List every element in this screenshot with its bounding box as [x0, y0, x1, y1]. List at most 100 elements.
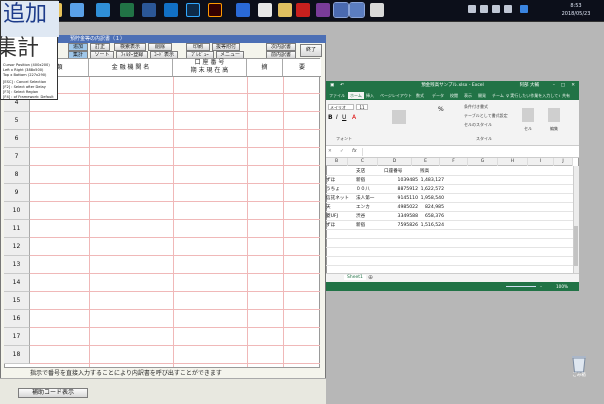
- row-number[interactable]: 7: [4, 148, 30, 166]
- font-color-icon[interactable]: A: [352, 114, 356, 121]
- row-number[interactable]: 5: [4, 112, 30, 130]
- row-number[interactable]: 18: [4, 346, 30, 364]
- tab-page-layout[interactable]: ページレイアウト: [380, 92, 412, 99]
- excel-icon[interactable]: [120, 3, 134, 17]
- clock[interactable]: 8:53 2018/05/23: [548, 2, 604, 20]
- edge-icon[interactable]: [96, 3, 110, 17]
- tab-insert[interactable]: 挿入: [366, 92, 374, 99]
- table-row[interactable]: [30, 166, 320, 184]
- row-number[interactable]: 16: [4, 310, 30, 328]
- row-number[interactable]: 12: [4, 238, 30, 256]
- tab-formulas[interactable]: 数式: [416, 92, 424, 99]
- illustrator-icon[interactable]: [208, 3, 222, 17]
- table-row[interactable]: [30, 112, 320, 130]
- schedule-button[interactable]: 抜等附付: [212, 43, 240, 51]
- table-row[interactable]: [30, 292, 320, 310]
- recycle-bin-icon[interactable]: [568, 352, 590, 374]
- row-number[interactable]: 13: [4, 256, 30, 274]
- row-number[interactable]: 14: [4, 274, 30, 292]
- add-sheet-icon[interactable]: ⊕: [368, 274, 373, 281]
- notification-icon[interactable]: [520, 5, 528, 13]
- ime-icon[interactable]: [504, 5, 512, 13]
- table-row[interactable]: [30, 130, 320, 148]
- acrobat-icon[interactable]: [296, 3, 310, 17]
- tab-file[interactable]: ファイル: [329, 92, 345, 99]
- correct-button[interactable]: 訂正: [90, 43, 110, 51]
- alignment-icon[interactable]: [392, 110, 406, 124]
- row-number[interactable]: 15: [4, 292, 30, 310]
- photoshop-icon[interactable]: [186, 3, 200, 17]
- undo-icon[interactable]: ↶: [340, 81, 344, 91]
- tab-home[interactable]: ホーム: [348, 92, 364, 99]
- table-row[interactable]: [30, 310, 320, 328]
- chrome-icon[interactable]: [258, 3, 272, 17]
- table-row[interactable]: [30, 274, 320, 292]
- percent-icon[interactable]: %: [438, 106, 444, 113]
- table-row[interactable]: [30, 202, 320, 220]
- formula-input[interactable]: [362, 148, 572, 156]
- editing-icon[interactable]: [548, 108, 560, 122]
- col-header-h[interactable]: H: [498, 158, 528, 166]
- fx-icon[interactable]: fx: [352, 148, 357, 154]
- cancel-icon[interactable]: ✕: [328, 149, 332, 154]
- font-name-select[interactable]: メイリオ: [328, 104, 354, 110]
- zoom-slider[interactable]: [506, 286, 536, 287]
- delete-button[interactable]: 削除: [148, 43, 172, 51]
- table-row[interactable]: [30, 346, 320, 364]
- table-row[interactable]: [30, 76, 320, 94]
- vertical-scrollbar-thumb[interactable]: [574, 226, 578, 266]
- table-row[interactable]: [30, 184, 320, 202]
- italic-icon[interactable]: I: [336, 114, 338, 121]
- row-number[interactable]: 10: [4, 202, 30, 220]
- enter-icon[interactable]: ✓: [340, 149, 344, 154]
- zoom-minus-icon[interactable]: –: [540, 282, 542, 291]
- mail-icon[interactable]: [370, 3, 384, 17]
- tab-team[interactable]: チーム: [492, 92, 504, 99]
- print-button[interactable]: 印刷: [186, 43, 210, 51]
- accounting-app-icon[interactable]: [333, 2, 349, 18]
- table-row[interactable]: [30, 238, 320, 256]
- network-icon[interactable]: [468, 5, 476, 13]
- tab-review[interactable]: 校閲: [450, 92, 458, 99]
- volume-icon[interactable]: [480, 5, 488, 13]
- tab-data[interactable]: データ: [432, 92, 444, 99]
- bold-icon[interactable]: B: [328, 114, 333, 121]
- row-number[interactable]: 8: [4, 166, 30, 184]
- col-header-g[interactable]: G: [468, 158, 498, 166]
- onenote-icon[interactable]: [316, 3, 330, 17]
- table-row[interactable]: [30, 148, 320, 166]
- col-header-j[interactable]: J: [554, 158, 573, 166]
- explorer-icon[interactable]: [278, 3, 292, 17]
- exit-button[interactable]: 終了: [300, 44, 322, 57]
- sheet-tab[interactable]: Sheet1: [344, 275, 366, 280]
- add-button[interactable]: 追加: [68, 43, 88, 51]
- battery-icon[interactable]: [492, 5, 500, 13]
- font-size-select[interactable]: 11: [356, 104, 368, 110]
- maximize-icon[interactable]: □: [561, 81, 565, 91]
- word-icon[interactable]: [142, 3, 156, 17]
- close-icon[interactable]: ✕: [571, 81, 575, 91]
- store-icon[interactable]: [70, 3, 84, 17]
- cell-styles-button[interactable]: セルのスタイル: [464, 122, 492, 128]
- col-header-c[interactable]: C: [348, 158, 378, 166]
- next-statement-button[interactable]: 次内訳書: [266, 43, 296, 51]
- aux-code-display-button[interactable]: 補助コード表示: [18, 388, 88, 398]
- row-number[interactable]: 9: [4, 184, 30, 202]
- zoom-level[interactable]: 100%: [556, 282, 568, 291]
- save-icon[interactable]: ▣: [330, 81, 334, 91]
- ui-app-icon[interactable]: [236, 3, 250, 17]
- tell-me-search[interactable]: ♀ 実行したい作業を入力してください: [506, 92, 560, 99]
- outlook-icon[interactable]: [164, 3, 178, 17]
- underline-icon[interactable]: U: [342, 114, 346, 121]
- search-display-button[interactable]: 検索表示: [114, 43, 146, 51]
- calc-icon[interactable]: [349, 2, 365, 18]
- col-header-f[interactable]: F: [440, 158, 468, 166]
- col-header-d[interactable]: D: [378, 158, 412, 166]
- row-number[interactable]: 6: [4, 130, 30, 148]
- tab-developer[interactable]: 開発: [478, 92, 486, 99]
- conditional-format-button[interactable]: 条件付き書式: [464, 104, 488, 110]
- table-row[interactable]: [30, 220, 320, 238]
- minimize-icon[interactable]: –: [553, 81, 555, 91]
- row-number[interactable]: 17: [4, 328, 30, 346]
- col-header-b[interactable]: B: [326, 158, 348, 166]
